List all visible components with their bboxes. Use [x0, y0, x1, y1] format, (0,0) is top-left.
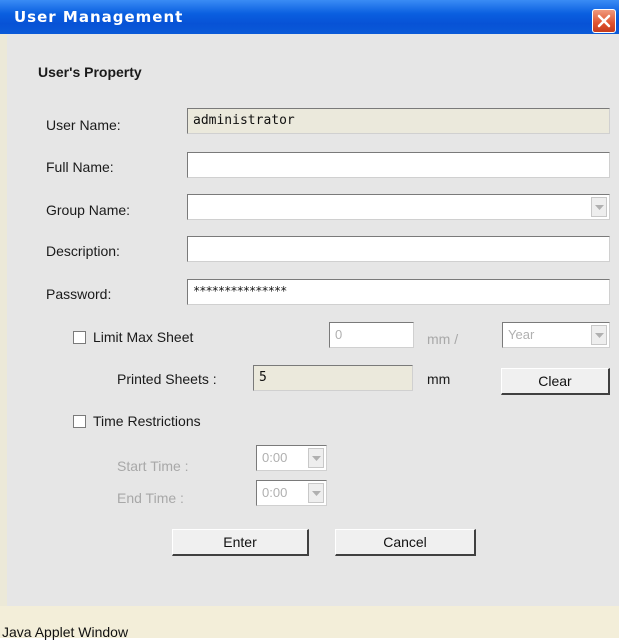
group-name-dropdown-button[interactable]	[591, 197, 607, 217]
start-time-value: 0:00	[262, 450, 288, 465]
status-bar: Java Applet Window	[0, 606, 619, 640]
full-name-label: Full Name:	[46, 159, 114, 175]
period-dropdown-button[interactable]	[591, 325, 607, 345]
chevron-down-icon	[312, 491, 321, 496]
user-management-window: User Management User's Property User Nam…	[0, 0, 619, 640]
printed-sheets-field: 5	[253, 365, 413, 391]
end-time-label: End Time :	[117, 490, 184, 506]
close-icon	[597, 14, 611, 28]
period-select[interactable]: Year	[502, 322, 610, 348]
printed-sheets-label: Printed Sheets :	[117, 371, 217, 387]
chevron-down-icon	[595, 333, 604, 338]
full-name-input[interactable]	[187, 152, 610, 178]
period-value: Year	[508, 327, 535, 342]
description-label: Description:	[46, 243, 120, 259]
clear-button[interactable]: Clear	[501, 368, 610, 395]
section-title: User's Property	[38, 64, 142, 80]
user-name-label: User Name:	[46, 117, 121, 133]
start-time-dropdown-button[interactable]	[308, 448, 324, 468]
end-time-value: 0:00	[262, 485, 288, 500]
description-input[interactable]	[187, 236, 610, 262]
limit-max-sheet-label[interactable]: Limit Max Sheet	[93, 329, 193, 345]
start-time-select[interactable]: 0:00	[256, 445, 327, 471]
end-time-select[interactable]: 0:00	[256, 480, 327, 506]
window-title: User Management	[14, 8, 184, 26]
start-time-label: Start Time :	[117, 458, 189, 474]
close-button[interactable]	[592, 9, 616, 33]
time-restrictions-checkbox[interactable]	[73, 415, 86, 428]
password-input[interactable]: ***************	[187, 279, 610, 305]
printed-sheets-unit: mm	[427, 371, 451, 387]
limit-max-sheet-checkbox[interactable]	[73, 331, 86, 344]
end-time-dropdown-button[interactable]	[308, 483, 324, 503]
time-restrictions-label[interactable]: Time Restrictions	[93, 413, 201, 429]
group-name-select[interactable]	[187, 194, 610, 220]
group-name-label: Group Name:	[46, 202, 131, 218]
dialog-panel: User's Property User Name: administrator…	[7, 34, 619, 606]
user-name-field: administrator	[187, 108, 610, 134]
enter-button[interactable]: Enter	[172, 529, 309, 556]
max-sheet-input[interactable]: 0	[329, 322, 414, 348]
password-label: Password:	[46, 286, 112, 302]
title-bar[interactable]: User Management	[0, 0, 619, 34]
cancel-button[interactable]: Cancel	[335, 529, 476, 556]
chevron-down-icon	[312, 456, 321, 461]
max-sheet-unit: mm /	[427, 331, 459, 347]
chevron-down-icon	[595, 205, 604, 210]
